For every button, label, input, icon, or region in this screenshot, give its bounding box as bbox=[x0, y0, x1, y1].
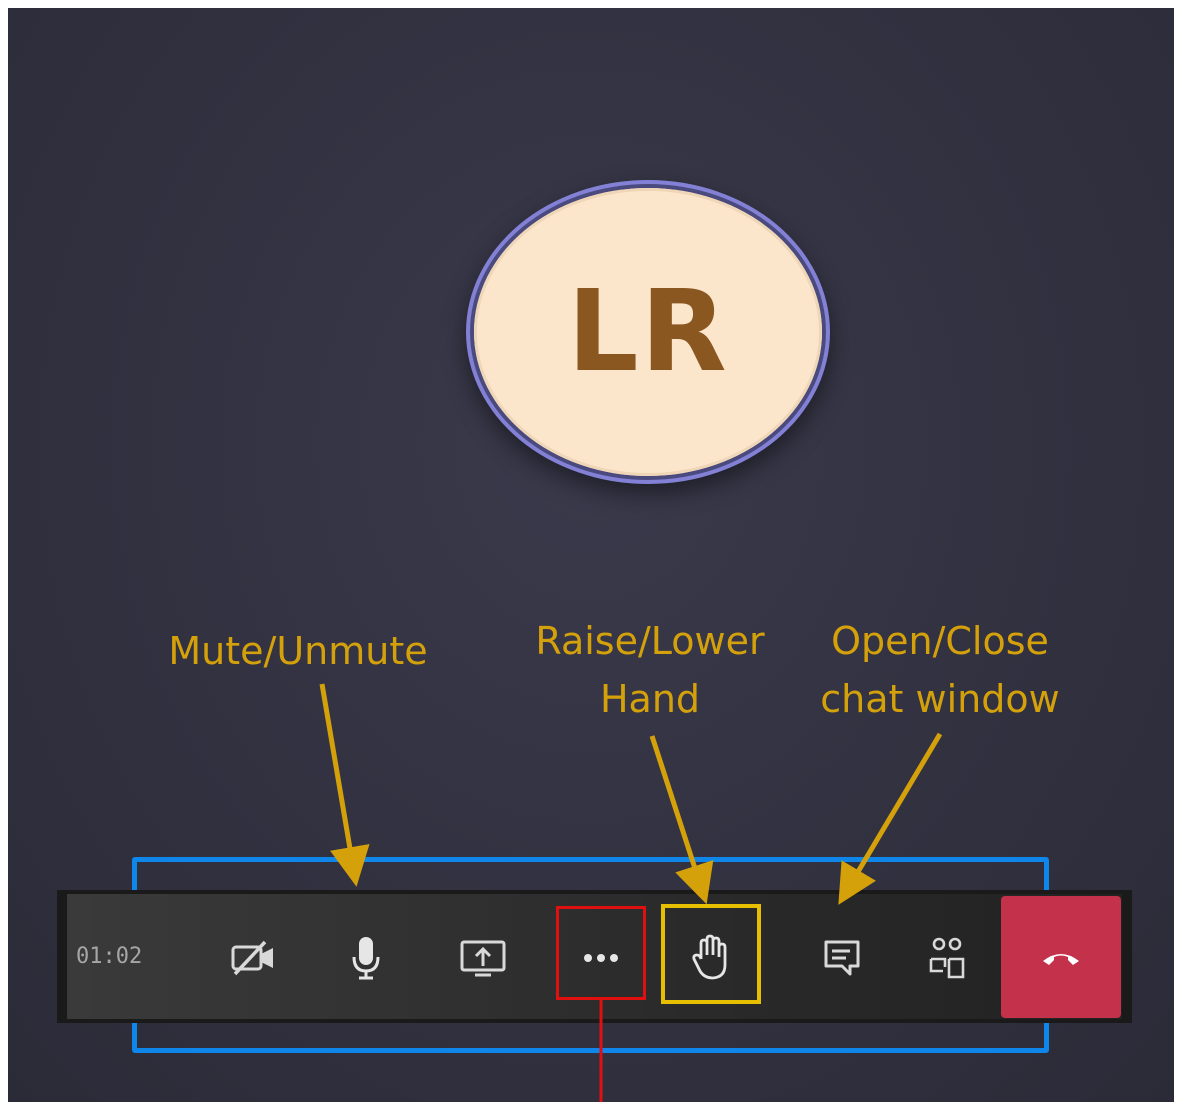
mute-arrow bbox=[319, 683, 370, 887]
chat-arrow bbox=[838, 732, 943, 905]
annotation-arrows bbox=[319, 683, 943, 1102]
raise-hand-arrow bbox=[649, 735, 714, 905]
